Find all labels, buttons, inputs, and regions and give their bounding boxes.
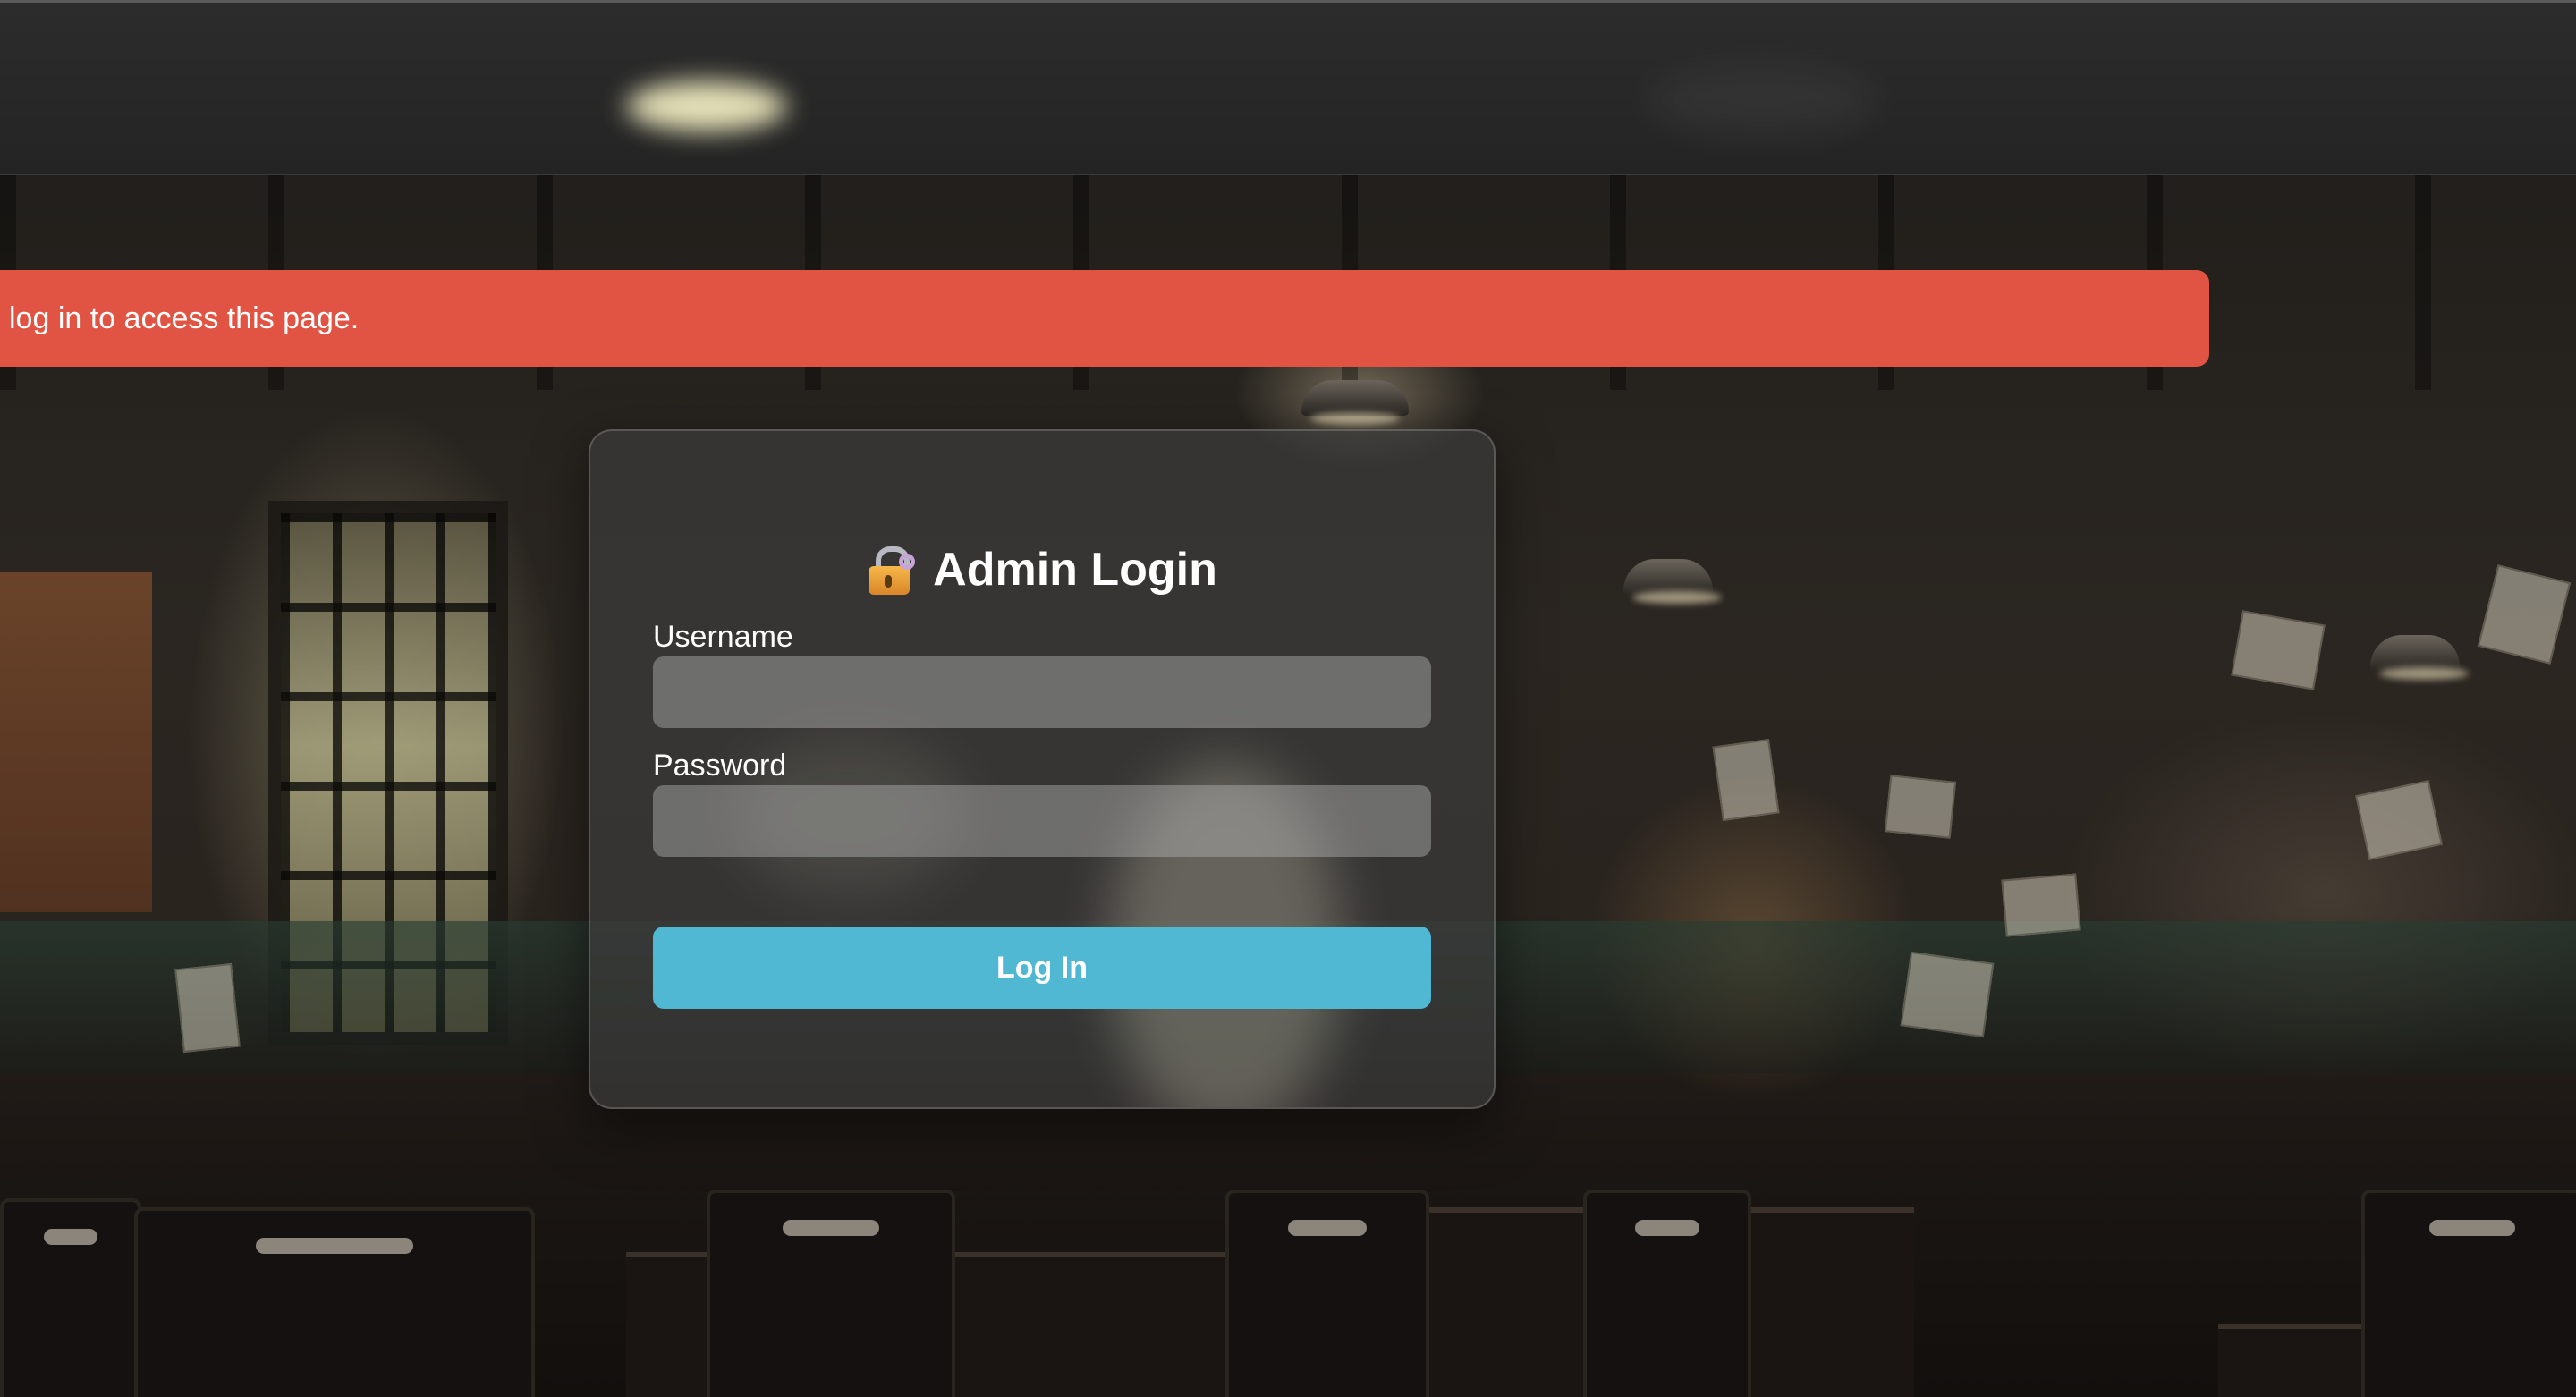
wall-paper (2355, 780, 2443, 860)
wall-paper (174, 962, 241, 1054)
alert-banner: log in to access this page. (0, 270, 2209, 367)
locked-with-key-icon (867, 545, 917, 595)
login-title: Admin Login (653, 538, 1431, 601)
chair (2361, 1190, 2576, 1397)
wall-paper (2231, 610, 2326, 690)
page-background: log in to access this page. Admin Login … (0, 0, 2576, 1397)
top-navbar (0, 0, 2576, 175)
password-label: Password (653, 749, 787, 783)
chair (134, 1207, 535, 1397)
alert-message: log in to access this page. (9, 301, 360, 335)
login-button[interactable]: Log In (653, 927, 1431, 1009)
login-title-text: Admin Login (933, 544, 1217, 596)
wall-paper (2477, 564, 2572, 665)
password-input[interactable] (653, 785, 1431, 857)
chair (0, 1198, 141, 1397)
chair (707, 1190, 955, 1397)
wall-paper (1900, 951, 1995, 1038)
chair (1225, 1190, 1429, 1397)
ceiling-lamp (1623, 559, 1713, 595)
wall-paper (1712, 738, 1780, 822)
chair (1583, 1190, 1751, 1397)
ceiling-lamp (1301, 380, 1409, 416)
username-label: Username (653, 620, 793, 654)
navbar-light (1646, 65, 1878, 137)
wall-board (0, 572, 152, 912)
ceiling-lamp (2370, 635, 2460, 671)
wall-paper (2001, 873, 2081, 937)
navbar-light (626, 81, 787, 131)
wall-paper (1884, 775, 1957, 839)
username-input[interactable] (653, 656, 1431, 728)
login-card: Admin Login Username Password Log In (589, 429, 1496, 1109)
